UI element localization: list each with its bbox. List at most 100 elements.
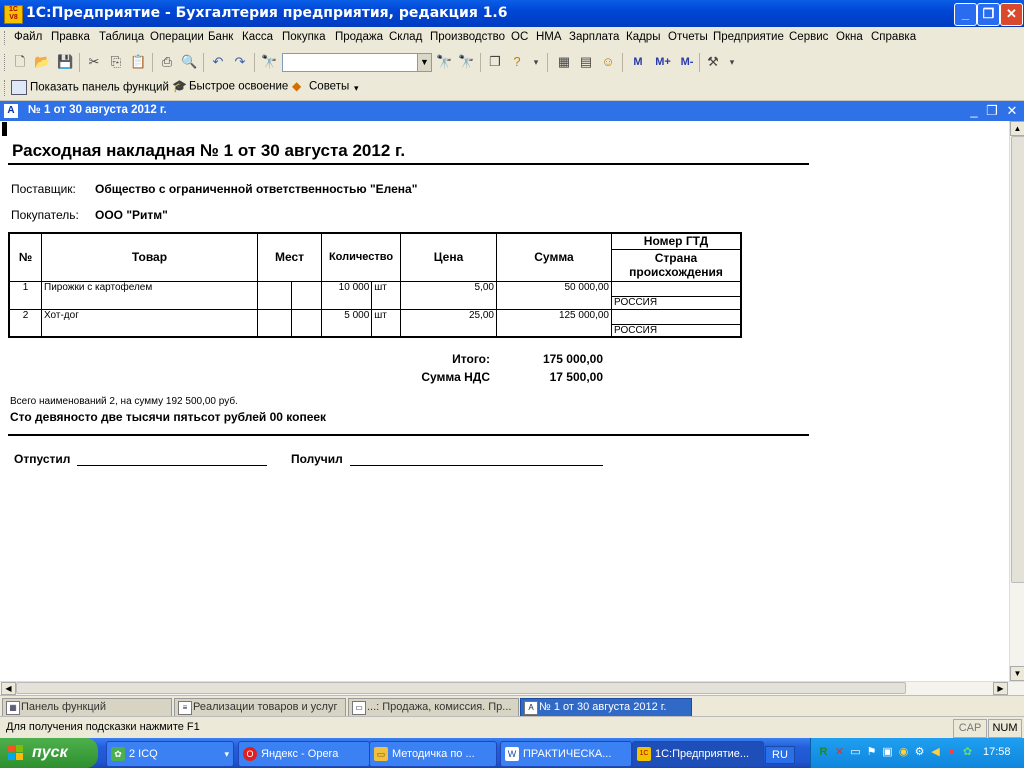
help-icon[interactable]: ? xyxy=(509,54,525,70)
maximize-button[interactable]: ❐ xyxy=(977,3,1000,26)
title-bar[interactable]: 1C V8 1С:Предприятие - Бухгалтерия предп… xyxy=(0,0,1024,27)
display-icon[interactable]: ▣ xyxy=(881,746,894,759)
menu-warehouse[interactable]: Склад xyxy=(389,31,422,43)
menu-reports[interactable]: Отчеты xyxy=(668,31,708,43)
menu-table[interactable]: Таблица xyxy=(99,31,144,43)
flag-icon[interactable]: ⚑ xyxy=(865,746,878,759)
language-indicator[interactable]: RU xyxy=(765,746,795,764)
network-icon[interactable]: ✕ xyxy=(833,746,846,759)
monitor-icon[interactable]: ▭ xyxy=(849,746,862,759)
calculator-icon[interactable]: ▦ xyxy=(556,54,572,70)
released-label: Отпустил xyxy=(14,452,71,466)
menu-cash[interactable]: Касса xyxy=(242,31,273,43)
open-icon[interactable]: 📂 xyxy=(34,54,50,70)
task-icq[interactable]: ✿ 2 ICQ ▾ xyxy=(106,741,234,767)
windows-icon[interactable]: ❐ xyxy=(487,54,503,70)
quick-learn-button[interactable]: 🎓 Быстрое освоение xyxy=(172,80,288,96)
vat-value: 17 500,00 xyxy=(549,370,603,384)
menu-production[interactable]: Производство xyxy=(430,31,505,43)
menu-bank[interactable]: Банк xyxy=(208,31,233,43)
task-opera[interactable]: O Яндекс - Opera xyxy=(238,741,370,767)
memory-plus-icon[interactable]: M+ xyxy=(652,54,674,70)
vertical-scrollbar[interactable]: ▲ ▼ xyxy=(1009,121,1024,681)
chevron-down-icon[interactable]: ▾ xyxy=(354,83,359,94)
speaker-icon[interactable]: ◀ xyxy=(929,746,942,759)
user-icon[interactable]: ☺ xyxy=(600,54,616,70)
scroll-right-icon[interactable]: ▶ xyxy=(993,682,1008,695)
find-icon[interactable]: 🔭 xyxy=(261,54,277,70)
horizontal-scroll-thumb[interactable] xyxy=(16,682,906,694)
doc-restore-button[interactable]: ❐ xyxy=(984,102,1000,119)
table-row[interactable]: 2 Хот-дог 5 000 шт 25,00 125 000,00 xyxy=(8,308,742,338)
tab-functions-panel[interactable]: ▦ Панель функций xyxy=(2,698,172,717)
total-value: 175 000,00 xyxy=(542,352,603,366)
scroll-left-icon[interactable]: ◀ xyxy=(1,682,16,695)
vertical-scroll-thumb[interactable] xyxy=(1011,136,1024,583)
menu-grip[interactable] xyxy=(4,31,8,45)
r-icon[interactable]: R xyxy=(817,746,830,759)
task-folder[interactable]: ▭ Методичка по ... xyxy=(369,741,497,767)
cut-icon[interactable]: ✂ xyxy=(86,54,102,70)
document-window-bar[interactable]: A № 1 от 30 августа 2012 г. _ ❐ ✕ xyxy=(0,101,1024,121)
table-row[interactable]: 1 Пирожки с картофелем 10 000 шт 5,00 50… xyxy=(8,280,742,310)
show-panel-button[interactable]: Показать панель функций xyxy=(11,80,169,96)
find-next-icon[interactable]: 🔭 xyxy=(436,54,452,70)
menu-intangible[interactable]: НМА xyxy=(536,31,562,43)
scroll-down-icon[interactable]: ▼ xyxy=(1010,666,1024,681)
copy-icon[interactable]: ⎘ xyxy=(108,54,124,70)
tools-icon[interactable]: ⚒ xyxy=(705,54,721,70)
update-icon[interactable]: ● xyxy=(945,746,958,759)
icq-tray-icon[interactable]: ✿ xyxy=(961,746,974,759)
tips-button[interactable]: ◆ Советы xyxy=(292,80,349,96)
doc-minimize-button[interactable]: _ xyxy=(966,102,982,119)
tab-invoice-print[interactable]: A № 1 от 30 августа 2012 г. xyxy=(520,698,692,717)
search-input[interactable] xyxy=(282,53,418,72)
antivirus-icon[interactable]: ◉ xyxy=(897,746,910,759)
paste-icon[interactable]: 📋 xyxy=(130,54,146,70)
buyer-label: Покупатель: xyxy=(11,208,79,222)
doc-close-button[interactable]: ✕ xyxy=(1004,102,1020,119)
menu-service[interactable]: Сервис xyxy=(789,31,828,43)
search-dropdown-button[interactable]: ▼ xyxy=(417,53,432,72)
menu-operations[interactable]: Операции xyxy=(150,31,204,43)
scroll-up-icon[interactable]: ▲ xyxy=(1010,121,1024,136)
find-prev-icon[interactable]: 🔭 xyxy=(458,54,474,70)
menu-edit[interactable]: Правка xyxy=(51,31,90,43)
undo-icon[interactable]: ↶ xyxy=(210,54,226,70)
memory-icon[interactable]: M xyxy=(630,54,646,70)
task-word[interactable]: W ПРАКТИЧЕСКА... xyxy=(500,741,632,767)
redo-icon[interactable]: ↷ xyxy=(232,54,248,70)
buyer-value: ООО "Ритм" xyxy=(95,208,168,222)
preview-icon[interactable]: 🔍 xyxy=(181,54,197,70)
row-places-unit xyxy=(291,308,322,338)
horizontal-scrollbar[interactable]: ◀ ▶ xyxy=(0,681,1024,695)
menu-purchase[interactable]: Покупка xyxy=(282,31,325,43)
clock[interactable]: 17:58 xyxy=(983,746,1011,758)
start-button[interactable]: пуск xyxy=(0,738,98,768)
toolbar-grip[interactable] xyxy=(4,54,8,71)
menu-help[interactable]: Справка xyxy=(871,31,916,43)
minimize-button[interactable]: _ xyxy=(954,3,977,26)
menu-windows[interactable]: Окна xyxy=(836,31,863,43)
menu-fixed-assets[interactable]: ОС xyxy=(511,31,528,43)
chevron-down-icon[interactable]: ▾ xyxy=(528,54,544,70)
close-button[interactable]: ✕ xyxy=(1000,3,1023,26)
new-icon[interactable]: 🗋 xyxy=(12,54,28,70)
save-icon[interactable]: 💾 xyxy=(57,54,73,70)
menu-enterprise[interactable]: Предприятие xyxy=(713,31,784,43)
opera-icon: O xyxy=(243,747,257,761)
tips-label: Советы xyxy=(309,80,350,93)
toolbar-grip[interactable] xyxy=(4,80,8,96)
chevron-down-icon[interactable]: ▾ xyxy=(724,54,740,70)
memory-minus-icon[interactable]: M- xyxy=(676,54,698,70)
menu-file[interactable]: Файл xyxy=(14,31,42,43)
print-icon[interactable]: ⎙ xyxy=(159,54,175,70)
menu-salary[interactable]: Зарплата xyxy=(569,31,619,43)
task-1c[interactable]: 1C 1С:Предприятие... xyxy=(632,741,764,767)
calendar-icon[interactable]: ▤ xyxy=(578,54,594,70)
tab-sales-document[interactable]: ▭...: Продажа, комиссия. Пр... xyxy=(348,698,519,717)
menu-staff[interactable]: Кадры xyxy=(626,31,660,43)
menu-sale[interactable]: Продажа xyxy=(335,31,383,43)
tab-sales-list[interactable]: ≡ Реализации товаров и услуг xyxy=(174,698,346,717)
tool-icon[interactable]: ⚙ xyxy=(913,746,926,759)
